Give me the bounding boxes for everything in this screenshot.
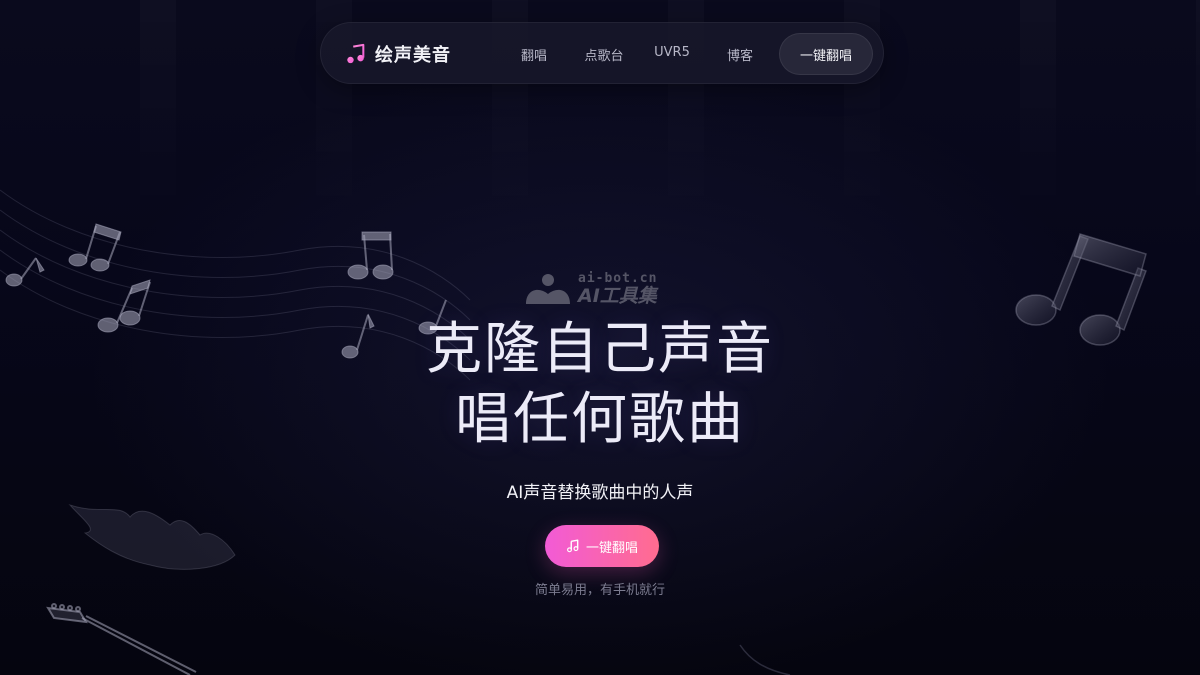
nav-cover-button[interactable]: 一键翻唱 [779,33,873,75]
music-note-icon [567,539,579,553]
flame-decoration [68,503,236,570]
nav-links: 翻唱 点歌台 UVR5 博客 [499,45,775,64]
brand-logo[interactable]: 绘声美音 [345,42,451,66]
hero-note: 简单易用，有手机就行 [534,583,665,598]
nav-link-blog[interactable]: 博客 [705,45,775,64]
nav-link-jukebox[interactable]: 点歌台 [569,45,639,64]
watermark-brand: AI工具集 [578,285,657,307]
nav-link-cover[interactable]: 翻唱 [499,45,569,64]
top-navbar: 绘声美音 翻唱 点歌台 UVR5 博客 一键翻唱 [320,22,884,84]
watermark-text: ai-bot.cn AI工具集 [578,272,657,306]
watermark: ai-bot.cn AI工具集 [524,272,657,306]
arc-decoration [739,644,791,675]
hero-cover-button-label: 一键翻唱 [585,540,638,556]
brand-name: 绘声美音 [375,45,451,66]
guitar-decoration [46,603,197,675]
hero-title-line-2: 唱任何歌曲 [455,387,745,452]
hero-subtitle: AI声音替换歌曲中的人声 [506,483,694,503]
watermark-domain: ai-bot.cn [578,271,658,286]
music-note-icon [347,43,365,64]
hero-title-line-1: 克隆自己声音 [426,317,774,382]
nav-link-uvr5[interactable]: UVR5 [639,45,705,64]
watermark-logo-icon [526,274,570,304]
page: 绘声美音 翻唱 点歌台 UVR5 博客 一键翻唱 ai-bot.cn AI工具集… [0,0,1200,675]
hero-cover-button[interactable]: 一键翻唱 [545,525,659,567]
